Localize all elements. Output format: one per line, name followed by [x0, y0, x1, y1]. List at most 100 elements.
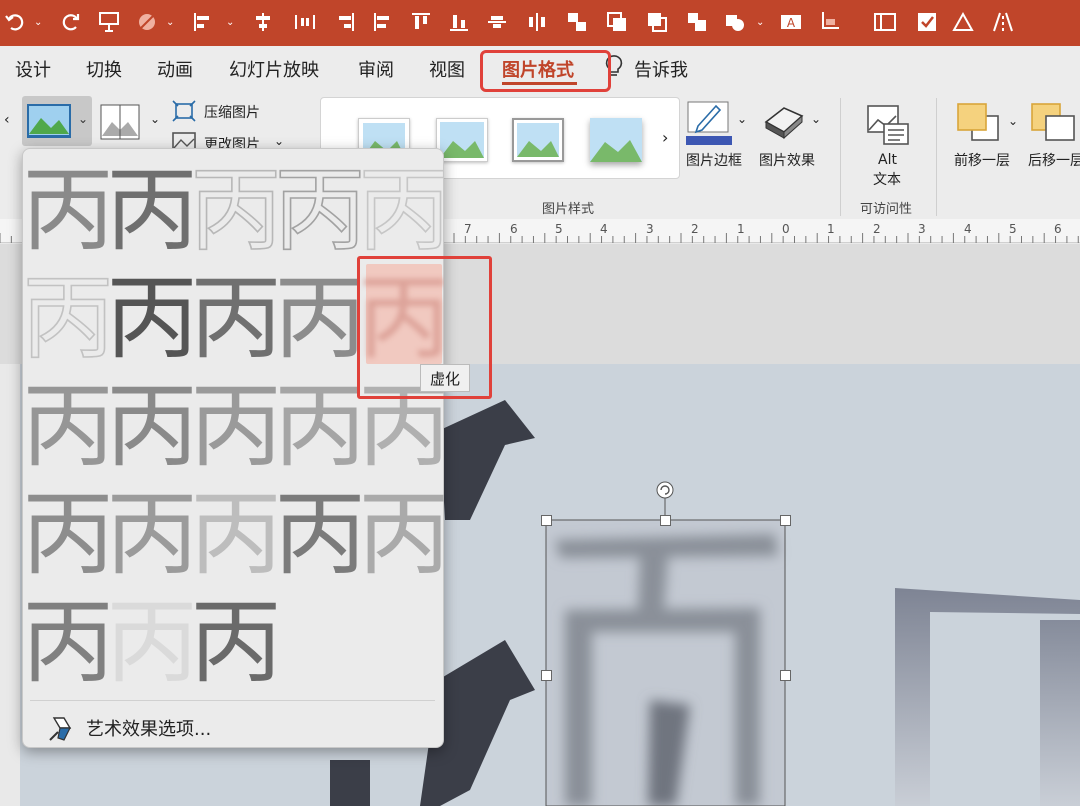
distribute-horizontal-icon[interactable]	[524, 9, 550, 35]
dropdown-divider	[30, 700, 435, 701]
ruler-number: 2	[873, 222, 881, 236]
ruler-number: 1	[737, 222, 745, 236]
artistic-effect-option[interactable]: 丙	[190, 589, 282, 696]
artistic-effect-option[interactable]: 丙	[358, 481, 444, 588]
tab-view[interactable]: 视图	[429, 56, 465, 82]
gallery-scroll-arrow[interactable]: ›	[662, 128, 668, 147]
send-backward-icon[interactable]	[1030, 102, 1080, 148]
tab-slideshow[interactable]: 幻灯片放映	[229, 56, 319, 82]
chevron-down-icon[interactable]: ⌄	[811, 112, 821, 126]
tab-highlight-box	[480, 50, 611, 92]
align-right-icon[interactable]	[332, 9, 358, 35]
artistic-effect-option[interactable]: 丙	[106, 481, 198, 588]
artistic-effect-option[interactable]: 丙	[22, 264, 115, 373]
artistic-effect-option[interactable]: 丙	[190, 265, 282, 372]
resize-handle[interactable]	[541, 515, 552, 526]
align-bottom-icon[interactable]	[446, 9, 472, 35]
chevron-down-icon: ⌄	[78, 112, 89, 126]
picture-style-thumb[interactable]	[590, 118, 642, 162]
resize-handle[interactable]	[780, 670, 791, 681]
tab-animations[interactable]: 动画	[157, 56, 193, 82]
artistic-effect-option[interactable]: 丙	[190, 481, 282, 588]
transparency-icon[interactable]	[100, 104, 140, 144]
bring-front-icon[interactable]	[644, 9, 670, 35]
chevron-down-icon[interactable]: ⌄	[150, 112, 160, 126]
artistic-effects-options-label: 艺术效果选项...	[86, 719, 212, 740]
artistic-effect-option[interactable]: 丙	[357, 156, 444, 265]
align-left-icon[interactable]	[190, 9, 216, 35]
redo-icon[interactable]	[58, 9, 84, 35]
artistic-effects-icon	[27, 104, 71, 138]
chevron-left-icon[interactable]: ‹	[4, 112, 10, 128]
shapes-icon[interactable]	[722, 9, 748, 35]
artistic-effect-option[interactable]: 丙	[22, 589, 114, 696]
resize-handle[interactable]	[541, 670, 552, 681]
tab-design[interactable]: 设计	[15, 56, 51, 82]
accessibility-group-label: 可访问性	[860, 202, 913, 217]
tab-tell-me[interactable]: 告诉我	[634, 56, 688, 82]
artistic-effect-option[interactable]: 丙	[274, 373, 366, 480]
tab-review[interactable]: 审阅	[358, 56, 394, 82]
artistic-effect-option[interactable]: 丙	[274, 481, 366, 588]
perspective-icon[interactable]	[990, 9, 1016, 35]
chevron-down-icon[interactable]: ⌄	[34, 18, 42, 28]
chevron-down-icon[interactable]: ⌄	[166, 18, 174, 28]
align-left-2-icon[interactable]	[370, 9, 396, 35]
svg-text:A: A	[787, 16, 796, 30]
artistic-effect-option[interactable]: 丙	[22, 373, 114, 480]
artistic-effect-option[interactable]: 丙	[22, 157, 114, 264]
ungroup-icon[interactable]	[604, 9, 630, 35]
align-center-icon[interactable]	[250, 9, 276, 35]
slide-panel-icon[interactable]	[872, 9, 898, 35]
crop-icon[interactable]	[816, 9, 842, 35]
undo-icon[interactable]	[2, 9, 28, 35]
picture-effects-icon[interactable]	[762, 104, 806, 146]
alt-text-label-2[interactable]: 文本	[873, 169, 901, 189]
text-box-icon[interactable]: A	[778, 9, 804, 35]
artistic-effects-button[interactable]: ⌄	[22, 96, 92, 146]
picture-effects-label[interactable]: 图片效果	[759, 150, 815, 170]
picture-style-thumb[interactable]	[512, 118, 564, 162]
artistic-effect-option[interactable]: 丙	[106, 589, 198, 696]
tab-transitions[interactable]: 切换	[86, 56, 122, 82]
group-icon[interactable]	[564, 9, 590, 35]
compress-icon[interactable]	[172, 100, 196, 126]
resize-handle[interactable]	[660, 515, 671, 526]
alt-text-icon[interactable]	[866, 104, 910, 150]
chevron-down-icon[interactable]: ⌄	[274, 134, 284, 148]
artistic-effect-option[interactable]: 丙	[189, 156, 283, 265]
rotate-handle-icon	[656, 481, 674, 499]
chevron-down-icon[interactable]: ⌄	[1008, 114, 1018, 128]
resize-handle[interactable]	[780, 515, 791, 526]
artistic-effect-option[interactable]: 丙	[106, 265, 198, 372]
ruler-number: 1	[827, 222, 835, 236]
picture-border-label[interactable]: 图片边框	[686, 150, 742, 170]
artistic-effect-option[interactable]: 丙	[190, 373, 282, 480]
artistic-effect-option[interactable]: 丙	[106, 157, 198, 264]
ruler-number: 0	[782, 222, 790, 236]
ruler-number: 4	[600, 222, 608, 236]
chevron-down-icon[interactable]: ⌄	[737, 112, 747, 126]
artistic-effect-option[interactable]: 丙	[274, 265, 366, 372]
shape-fill-icon[interactable]	[134, 9, 160, 35]
compress-pictures-label[interactable]: 压缩图片	[204, 102, 260, 122]
bring-forward-icon[interactable]	[956, 102, 1002, 148]
bring-forward-label[interactable]: 前移一层	[954, 150, 1010, 170]
effect-tooltip: 虚化	[420, 364, 470, 392]
chevron-down-icon[interactable]: ⌄	[226, 18, 234, 28]
align-top-icon[interactable]	[408, 9, 434, 35]
artistic-effect-option[interactable]: 丙	[106, 373, 198, 480]
checkbox-icon[interactable]	[914, 9, 940, 35]
align-middle-icon[interactable]	[484, 9, 510, 35]
presenter-icon[interactable]	[96, 9, 122, 35]
chevron-down-icon[interactable]: ⌄	[756, 18, 764, 28]
send-backward-label[interactable]: 后移一层	[1028, 150, 1080, 170]
artistic-effect-option[interactable]: 丙	[22, 481, 114, 588]
picture-border-icon[interactable]	[686, 100, 732, 150]
recolor-icon[interactable]	[950, 9, 976, 35]
artistic-effects-options[interactable]: 艺术效果选项...	[48, 714, 211, 742]
alt-text-label-1[interactable]: Alt	[878, 152, 897, 168]
distribute-icon[interactable]	[292, 9, 318, 35]
artistic-effect-option[interactable]: 丙	[273, 156, 367, 265]
send-back-icon[interactable]	[684, 9, 710, 35]
